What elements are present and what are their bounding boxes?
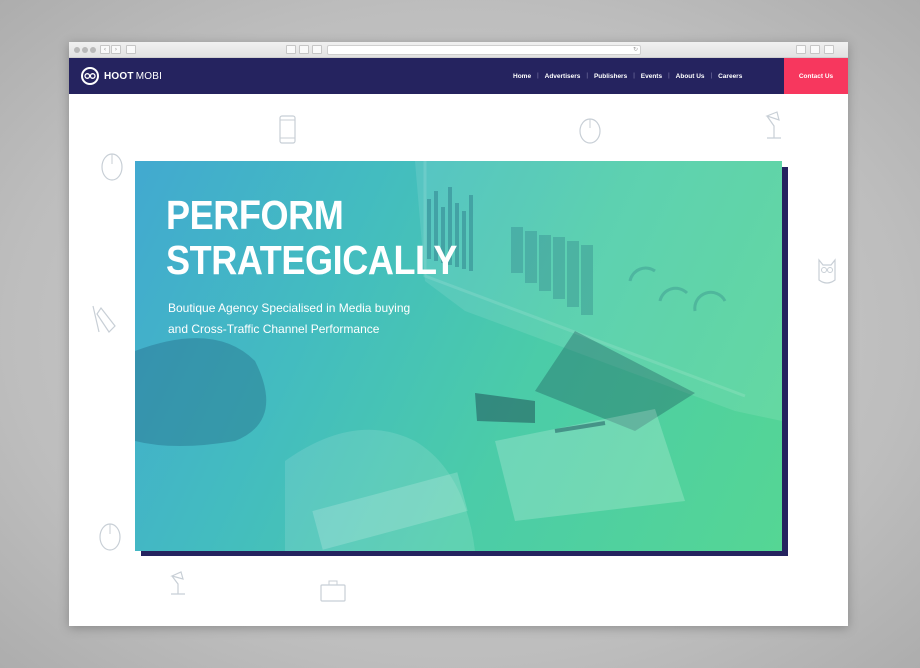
logo-text: HOOT MOBI xyxy=(104,71,162,82)
settings-icon[interactable] xyxy=(824,45,834,54)
briefcase-icon xyxy=(319,578,347,604)
nav-separator: | xyxy=(710,73,713,79)
logo-main-text: HOOT xyxy=(104,70,134,82)
window-close-dot[interactable] xyxy=(74,47,80,53)
hero-title: PERFORM STRATEGICALLY xyxy=(166,193,457,283)
desk-lamp-icon xyxy=(759,108,789,142)
refresh-icon[interactable]: ↻ xyxy=(633,46,638,54)
back-button[interactable]: ‹ xyxy=(100,45,110,54)
share-icon[interactable] xyxy=(796,45,806,54)
site-navbar: HOOT MOBI Home | Advertisers | Publishers… xyxy=(69,58,848,94)
mouse-icon xyxy=(99,150,125,182)
hero-title-line1: PERFORM xyxy=(166,192,344,238)
phone-icon xyxy=(277,114,299,146)
window-zoom-dot[interactable] xyxy=(90,47,96,53)
desk-lamp-icon xyxy=(165,568,195,598)
sidebar-toggle-icon[interactable] xyxy=(126,45,136,54)
home-icon[interactable] xyxy=(286,45,296,54)
owl-icon xyxy=(815,256,839,286)
contact-us-button[interactable]: Contact Us xyxy=(784,58,848,94)
nav-home[interactable]: Home xyxy=(513,73,531,80)
pencil-ruler-icon xyxy=(89,302,119,336)
browser-window: ‹ › ↻ HOOT MOBI Home | Advertisers | Pub… xyxy=(69,42,848,626)
nav-careers[interactable]: Careers xyxy=(718,73,742,80)
nav-separator: | xyxy=(586,73,588,79)
tabs-icon[interactable] xyxy=(810,45,820,54)
mouse-icon xyxy=(97,520,123,552)
nav-advertisers[interactable]: Advertisers xyxy=(545,73,581,80)
hero-subtitle-line2: and Cross-Traffic Channel Performance xyxy=(168,322,380,336)
forward-button[interactable]: › xyxy=(111,45,121,54)
main-nav: Home | Advertisers | Publishers | Events… xyxy=(513,58,742,94)
browser-toolbar: ‹ › ↻ xyxy=(69,42,848,58)
window-minimize-dot[interactable] xyxy=(82,47,88,53)
nav-separator: | xyxy=(537,73,539,79)
nav-publishers[interactable]: Publishers xyxy=(594,73,627,80)
hero-title-line2: STRATEGICALLY xyxy=(166,237,457,283)
reader-icon[interactable] xyxy=(299,45,309,54)
owl-logo-icon xyxy=(81,67,99,85)
hero-subtitle-line1: Boutique Agency Specialised in Media buy… xyxy=(168,301,411,315)
nav-separator: | xyxy=(633,73,635,79)
logo-light-text: MOBI xyxy=(135,70,163,82)
bookmark-icon[interactable] xyxy=(312,45,322,54)
nav-about-us[interactable]: About Us xyxy=(676,73,705,80)
address-bar[interactable]: ↻ xyxy=(327,45,641,55)
nav-events[interactable]: Events xyxy=(641,73,662,80)
nav-separator: | xyxy=(668,73,670,79)
site-logo[interactable]: HOOT MOBI xyxy=(81,67,162,85)
hero-banner: PERFORM STRATEGICALLY Boutique Agency Sp… xyxy=(135,161,782,551)
mouse-icon xyxy=(577,116,603,146)
hero-subtitle: Boutique Agency Specialised in Media buy… xyxy=(168,298,410,340)
